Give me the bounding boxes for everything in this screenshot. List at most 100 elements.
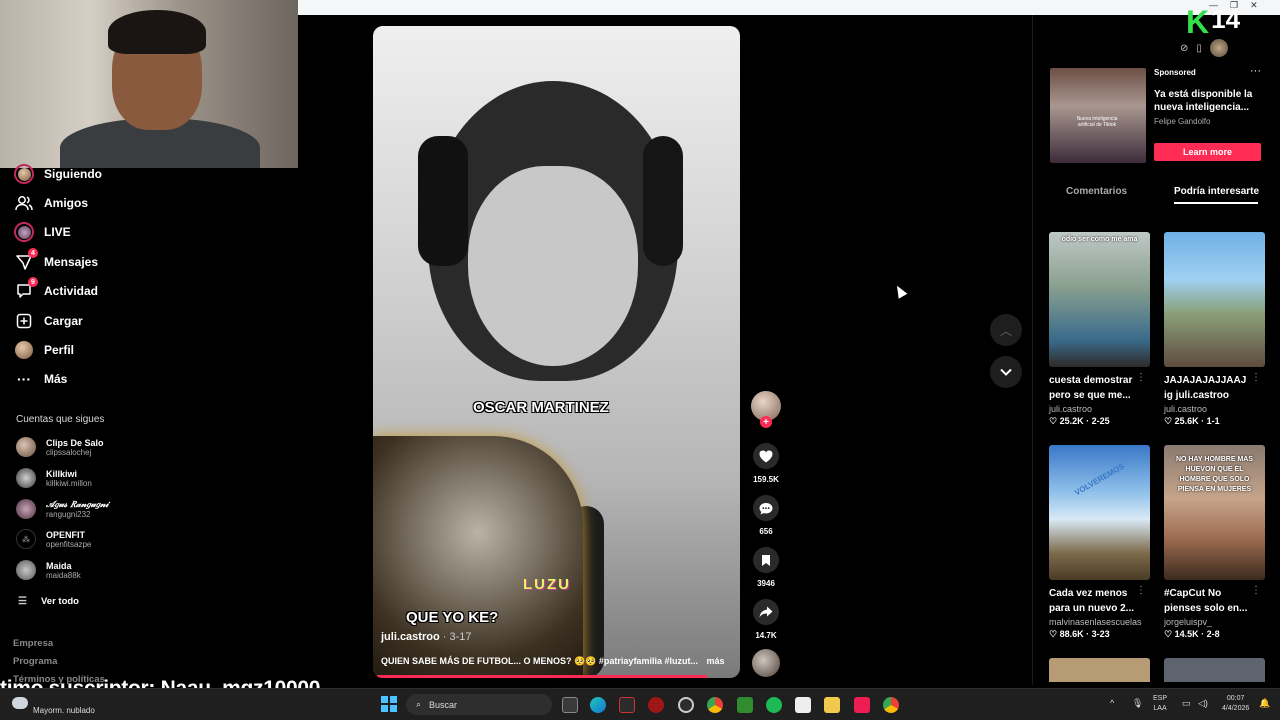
nav-live[interactable]: LIVE [14,221,71,243]
card-likes: 25.6K [1174,416,1199,426]
video-player[interactable]: OSCAR MARTINEZ LUZU QUE YO KE? juli.cast… [373,26,740,678]
share-button[interactable]: 14.7K [752,599,780,640]
start-button[interactable] [381,696,397,712]
close-icon[interactable]: ✕ [1250,0,1258,11]
video-subject-face [468,166,638,366]
previous-video-button[interactable]: ︿ [990,314,1022,346]
account-avatar: ⁂ [16,529,36,549]
following-account-item[interactable]: 𝒜𝑔𝓊𝓈 𝑅𝒶𝓃𝑔𝓊𝑔𝓃𝒾 rangugni232 [16,499,108,519]
recommended-video-card[interactable]: VOLVEREMOS ⋮ Cada vez menos para un nuev… [1049,445,1150,640]
video-progress-bar[interactable] [377,675,708,678]
next-video-avatar[interactable] [752,649,780,677]
language-layout: LAA [1153,705,1167,712]
nav-profile[interactable]: Perfil [14,339,74,361]
notifications-icon[interactable]: 🔔 [1259,698,1270,708]
ad-thumbnail-text: Nueva inteligencia artificial de Tiktok [1076,116,1118,128]
microphone-icon[interactable]: 🎙 [1132,698,1143,708]
tiktok-icon[interactable] [854,697,870,713]
upload-icon [14,311,34,331]
like-button[interactable]: 159.5K [752,443,780,484]
ad-thumbnail[interactable]: Nueva inteligencia artificial de Tiktok [1050,68,1146,163]
card-handle: malvinasenlasescuelas [1049,617,1142,627]
obs-icon[interactable] [678,697,694,713]
video-caption-more[interactable]: más [706,656,724,666]
clock-time: 00:07 [1226,695,1245,702]
app-icon-1[interactable] [619,697,635,713]
card-title: Cada vez menos para un nuevo 2... [1049,588,1135,614]
see-all-button[interactable]: ☰ Ver todo [18,596,79,607]
language-indicator[interactable]: ESP LAA [1153,694,1167,714]
footer-link-program[interactable]: Programa [13,656,57,667]
nav-upload[interactable]: Cargar [14,310,83,332]
next-video-button[interactable] [990,356,1022,388]
card-date: 2-8 [1206,629,1220,639]
learn-more-button[interactable]: Learn more [1154,143,1261,161]
following-avatar-icon [14,164,34,184]
active-tab-underline [1174,202,1258,204]
nav-friends[interactable]: Amigos [14,192,88,214]
clock[interactable]: 00:07 4/4/2026 [1222,694,1249,714]
edge-icon[interactable] [590,697,606,713]
card-more-icon[interactable]: ⋮ [1136,585,1146,596]
tray-chevron-icon[interactable]: ^ [1110,698,1114,708]
comment-icon [753,495,779,521]
chrome-icon[interactable] [883,697,899,713]
capcut-icon[interactable] [795,697,811,713]
recommended-video-thumbnail-partial[interactable] [1164,658,1265,682]
app-icon-2[interactable] [648,697,664,713]
activity-icon: 9 [14,277,38,301]
chrome-icon[interactable] [707,697,723,713]
comment-button[interactable]: 656 [752,495,780,536]
compass-icon[interactable]: ⊘ [1180,43,1188,54]
card-stats: ♡ 88.6K · 3-23 [1049,629,1110,639]
taskbar-search[interactable]: ⌕ Buscar [406,694,552,715]
follow-plus-icon[interactable]: + [760,416,772,428]
following-account-item[interactable]: Killkiwi killkiwi.millon [16,468,92,488]
nav-activity[interactable]: 9 Actividad [14,277,98,302]
weather-status[interactable]: Mayorm. nublado [33,706,95,715]
recommended-video-card[interactable]: odio ser como me ama ⋮ cuesta demostrar … [1049,232,1150,427]
restore-icon[interactable]: ❐ [1230,0,1238,11]
save-button[interactable]: 3946 [752,547,780,588]
nav-messages[interactable]: 4 Mensajes [14,248,99,273]
video-thumbnail: VOLVEREMOS [1049,445,1150,580]
recommended-video-card[interactable]: ⋮ JAJAJAJAJJAAJ ig juli.castroo juli.cas… [1164,232,1265,427]
tab-might-interest[interactable]: Podría interesarte [1174,186,1259,197]
footer-link-company[interactable]: Empresa [13,638,53,649]
following-account-item[interactable]: ⁂ OPENFIT openfitsazpe [16,529,91,549]
card-stats: ♡ 25.6K · 1-1 [1164,416,1220,426]
minimize-icon[interactable]: — [1209,0,1218,11]
card-title: #CapCut No pienses solo en... [1164,588,1248,614]
card-more-icon[interactable]: ⋮ [1136,372,1146,383]
spotify-icon[interactable] [766,697,782,713]
account-name: Clips De Salo [46,437,104,448]
ad-title[interactable]: Ya está disponible la nueva inteligencia… [1154,88,1264,114]
account-avatar [16,560,36,580]
recommended-video-thumbnail-partial[interactable] [1049,658,1150,682]
recommended-video-card[interactable]: NO HAY HOMBRE MAS HUEVON QUE EL HOMBRE Q… [1164,445,1265,640]
window-controls[interactable]: — ❐ ✕ [1209,0,1258,11]
ad-more-options-icon[interactable]: ··· [1250,65,1261,77]
card-more-icon[interactable]: ⋮ [1251,372,1261,383]
user-avatar[interactable] [1209,39,1228,57]
following-account-item[interactable]: Maida maida88k [16,560,81,580]
card-handle: juli.castroo [1049,404,1093,414]
comment-count: 656 [759,527,773,536]
webcam-person-hair [108,10,206,54]
account-name: Killkiwi [46,468,78,479]
share-count: 14.7K [755,631,777,640]
nav-following[interactable]: Siguiendo [14,163,102,185]
file-explorer-icon[interactable] [824,697,840,713]
volume-icon[interactable]: ◁) [1198,698,1208,708]
nav-more[interactable]: ··· Más [14,368,67,390]
task-view-icon[interactable] [562,697,578,713]
video-author[interactable]: juli.castroo · 3-17 [381,631,471,643]
xbox-icon[interactable] [737,697,753,713]
card-more-icon[interactable]: ⋮ [1251,585,1261,596]
phone-icon[interactable]: ▯ [1196,43,1202,54]
tab-comments[interactable]: Comentarios [1066,186,1127,197]
following-account-item[interactable]: Clips De Salo clipssalochej [16,437,104,457]
nav-messages-label: Mensajes [44,255,99,269]
network-icon[interactable]: ▭ [1182,698,1191,708]
account-handle: rangugni232 [46,509,91,519]
